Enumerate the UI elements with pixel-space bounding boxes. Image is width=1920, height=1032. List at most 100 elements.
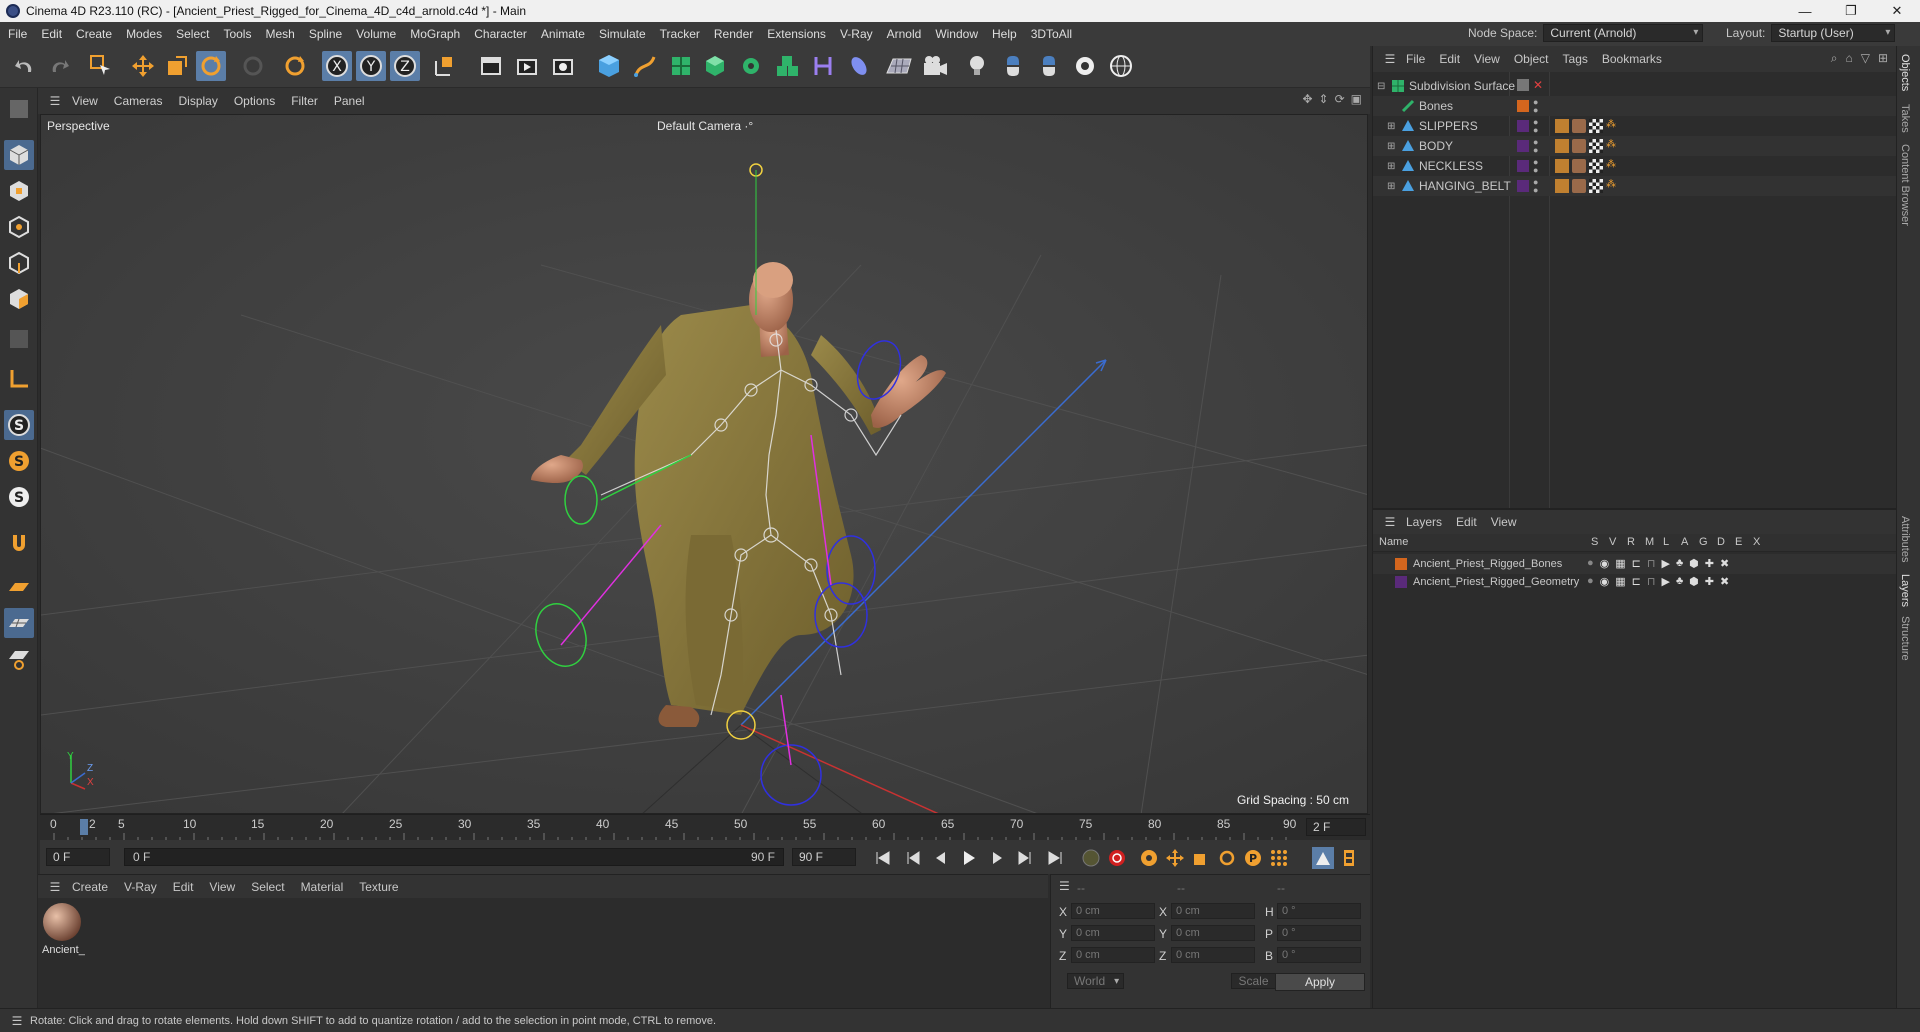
viewport-menu-options[interactable]: Options: [226, 94, 283, 108]
mograph-button[interactable]: [772, 51, 802, 81]
tab-objects[interactable]: Objects: [1899, 54, 1911, 91]
uvw-tag-icon[interactable]: [1555, 159, 1569, 173]
col-solo[interactable]: S: [1591, 536, 1598, 548]
prev-frame-button[interactable]: [930, 847, 952, 869]
subdivision-surface-button[interactable]: [666, 51, 696, 81]
layer-color-swatch[interactable]: [1517, 180, 1529, 192]
uvw-tag-icon[interactable]: [1555, 179, 1569, 193]
menu-animate[interactable]: Animate: [534, 27, 592, 41]
web-button[interactable]: [1106, 51, 1136, 81]
layer-color-swatch[interactable]: [1395, 576, 1407, 588]
menu-spline[interactable]: Spline: [302, 27, 349, 41]
key-position-button[interactable]: [1164, 847, 1186, 869]
texture-tag-icon[interactable]: [1589, 119, 1603, 133]
start-frame-field[interactable]: 0 F: [46, 848, 110, 866]
objects-search-icon[interactable]: ⌕: [1831, 51, 1838, 66]
texture-tag-icon[interactable]: [1589, 139, 1603, 153]
key-pla-button[interactable]: [1268, 847, 1290, 869]
col-manager[interactable]: M: [1645, 536, 1654, 548]
workplane-snap-button[interactable]: S: [4, 482, 34, 512]
render-clapper-icon[interactable]: ▦: [1615, 575, 1625, 588]
menu-volume[interactable]: Volume: [349, 27, 403, 41]
end-frame-field[interactable]: 90 F: [792, 848, 856, 866]
menu-create[interactable]: Create: [69, 27, 119, 41]
solo-dot-icon[interactable]: ●: [1587, 557, 1594, 570]
viewport-pan-icon[interactable]: ✥: [1302, 92, 1312, 106]
menu-character[interactable]: Character: [467, 27, 534, 41]
locked-workplane-button[interactable]: [4, 608, 34, 638]
live-selection-button[interactable]: [86, 51, 116, 81]
light-button[interactable]: [962, 51, 992, 81]
menu-arnold[interactable]: Arnold: [880, 27, 929, 41]
layer-color-swatch[interactable]: [1517, 140, 1529, 152]
layer-color-swatch[interactable]: [1517, 160, 1529, 172]
enable-axis-button[interactable]: [4, 364, 34, 394]
manager-icon[interactable]: ⊏: [1632, 575, 1641, 588]
motion-system-button[interactable]: [1312, 847, 1334, 869]
objects-menu-object[interactable]: Object: [1507, 52, 1556, 66]
size-z-field[interactable]: 0 cm: [1171, 947, 1255, 963]
generator-icon[interactable]: ♣: [1676, 575, 1683, 588]
menu-3dtoall[interactable]: 3DToAll: [1024, 27, 1079, 41]
render-view-button[interactable]: [476, 51, 506, 81]
python-script-button[interactable]: [1034, 51, 1064, 81]
menu-tools[interactable]: Tools: [216, 27, 258, 41]
eye-icon[interactable]: ◉: [1600, 575, 1610, 588]
z-axis-lock-button[interactable]: Z: [390, 51, 420, 81]
lock-icon[interactable]: ⊓: [1647, 557, 1656, 570]
play-button[interactable]: [958, 847, 980, 869]
expand-icon[interactable]: ⊞: [1387, 181, 1397, 192]
model-mode-button[interactable]: [4, 140, 34, 170]
coords-hamburger-icon[interactable]: ☰: [1059, 879, 1070, 893]
expand-icon[interactable]: ⊟: [1377, 81, 1387, 92]
lock-icon[interactable]: ⊓: [1647, 575, 1656, 588]
rotate-tool-2-button[interactable]: [280, 51, 310, 81]
weight-tag-icon[interactable]: ⁂: [1606, 119, 1620, 133]
tweak-mode-button[interactable]: [4, 528, 34, 558]
objects-filter-icon[interactable]: ▽: [1861, 51, 1870, 66]
tab-structure[interactable]: Structure: [1899, 616, 1911, 661]
pos-x-field[interactable]: 0 cm: [1071, 903, 1155, 919]
material-menu-view[interactable]: View: [201, 880, 243, 894]
tab-attributes[interactable]: Attributes: [1899, 516, 1911, 562]
cube-button[interactable]: [594, 51, 624, 81]
menu-edit[interactable]: Edit: [34, 27, 69, 41]
objects-hamburger-icon[interactable]: ☰: [1373, 52, 1399, 66]
deformer-button[interactable]: [808, 51, 838, 81]
expression-icon[interactable]: ✚: [1705, 557, 1714, 570]
menu-window[interactable]: Window: [928, 27, 985, 41]
menu-vray[interactable]: V-Ray: [833, 27, 880, 41]
current-frame-field[interactable]: 2 F: [1306, 818, 1366, 836]
keyframe-selection-button[interactable]: [1138, 847, 1160, 869]
next-frame-button[interactable]: [986, 847, 1008, 869]
col-name[interactable]: Name: [1379, 536, 1408, 548]
render-to-picture-viewer-button[interactable]: [512, 51, 542, 81]
animation-play-icon[interactable]: ▶: [1661, 557, 1669, 570]
environment-button[interactable]: [844, 51, 874, 81]
viewport-menu-cameras[interactable]: Cameras: [106, 94, 171, 108]
visibility-dots-icon[interactable]: ● ●: [1533, 158, 1538, 175]
menu-modes[interactable]: Modes: [119, 27, 169, 41]
objects-new-window-icon[interactable]: ⊞: [1878, 51, 1888, 66]
material-menu-material[interactable]: Material: [293, 880, 352, 894]
menu-mograph[interactable]: MoGraph: [403, 27, 467, 41]
node-space-dropdown[interactable]: Current (Arnold): [1543, 24, 1704, 42]
settings-button[interactable]: [1070, 51, 1100, 81]
tab-takes[interactable]: Takes: [1899, 104, 1911, 133]
cloner-button[interactable]: [736, 51, 766, 81]
col-expressions[interactable]: E: [1735, 536, 1742, 548]
col-view[interactable]: V: [1609, 536, 1616, 548]
object-row-slippers[interactable]: ⊞ SLIPPERS ● ● ⁂: [1373, 116, 1897, 136]
apply-button[interactable]: Apply: [1275, 973, 1365, 991]
layers-menu-view[interactable]: View: [1484, 515, 1524, 529]
expand-icon[interactable]: ⊞: [1387, 121, 1397, 132]
minimize-button[interactable]: —: [1782, 0, 1828, 22]
menu-select[interactable]: Select: [169, 27, 216, 41]
object-row-bones[interactable]: Bones ● ●: [1373, 96, 1897, 116]
material-menu-create[interactable]: Create: [64, 880, 116, 894]
material-swatch[interactable]: Ancient_: [42, 902, 85, 962]
deformer-icon[interactable]: ⬢: [1689, 557, 1699, 570]
deformer-icon[interactable]: ⬢: [1689, 575, 1699, 588]
objects-menu-edit[interactable]: Edit: [1432, 52, 1467, 66]
object-row-neckless[interactable]: ⊞ NECKLESS ● ● ⁂: [1373, 156, 1897, 176]
